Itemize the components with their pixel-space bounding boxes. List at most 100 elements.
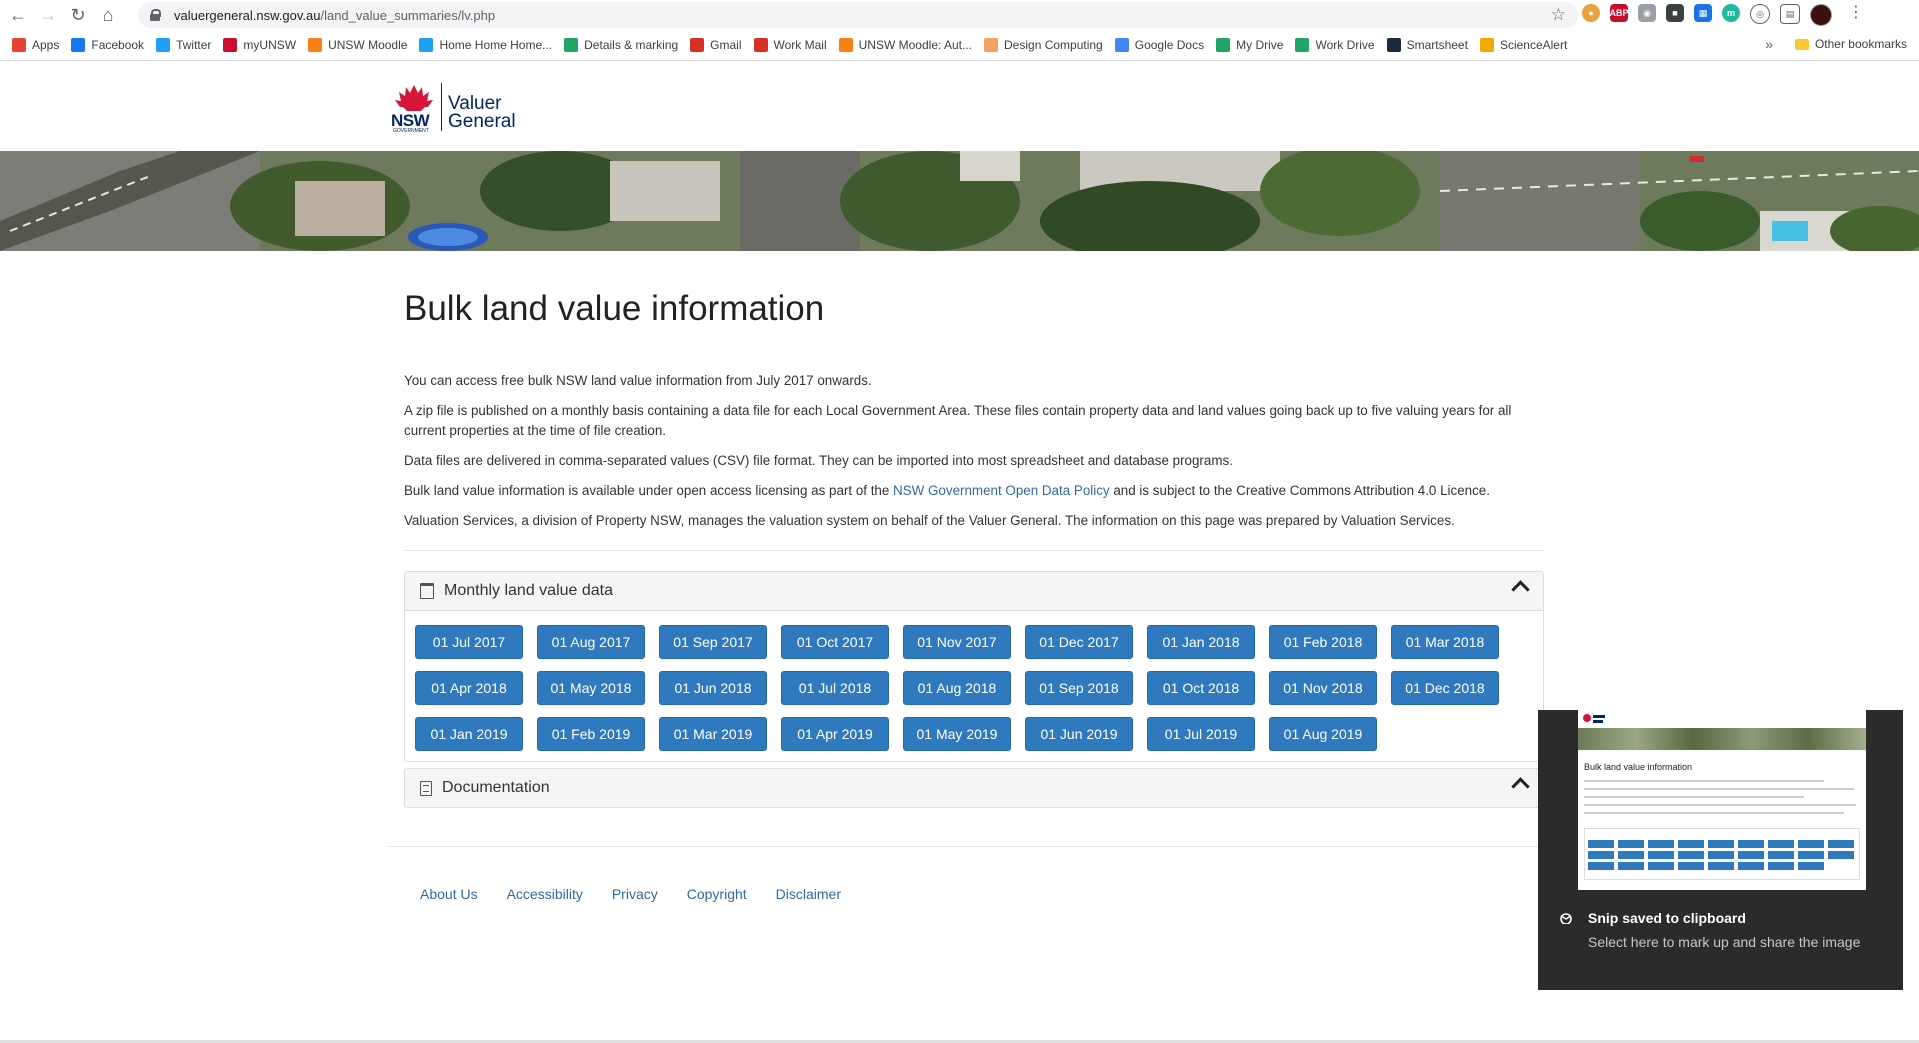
bookmark-label: Twitter bbox=[176, 38, 212, 52]
snip-notification-title: Snip saved to clipboard bbox=[1588, 910, 1746, 926]
tab-manager-icon[interactable]: ▤ bbox=[1780, 4, 1800, 24]
date-download-button[interactable]: 01 May 2018 bbox=[537, 671, 645, 705]
forward-arrow-icon[interactable]: → bbox=[36, 3, 60, 27]
thumbnail-button bbox=[1768, 851, 1794, 859]
bookmark-label: My Drive bbox=[1236, 38, 1284, 52]
camera-icon[interactable]: ◉ bbox=[1638, 4, 1656, 22]
thumbnail-button bbox=[1678, 840, 1704, 848]
bookmark-item[interactable]: Design Computing bbox=[984, 38, 1103, 52]
thumbnail-button bbox=[1648, 840, 1674, 848]
bookmark-label: Smartsheet bbox=[1406, 38, 1468, 52]
date-download-button[interactable]: 01 Aug 2018 bbox=[903, 671, 1011, 705]
snip-notification[interactable]: Bulk land value information Snip saved t… bbox=[1538, 710, 1903, 990]
date-download-button[interactable]: 01 Mar 2019 bbox=[659, 717, 767, 751]
monthly-data-panel-body: 01 Jul 2017 01 Aug 2017 01 Sep 2017 01 Oct … bbox=[405, 610, 1543, 761]
drive-icon bbox=[564, 38, 579, 52]
date-download-button[interactable]: 01 Oct 2018 bbox=[1147, 671, 1255, 705]
open-data-policy-link[interactable]: NSW Government Open Data Policy bbox=[893, 483, 1110, 498]
date-download-button[interactable]: 01 Sep 2018 bbox=[1025, 671, 1133, 705]
monthly-data-panel-header[interactable]: Monthly land value data bbox=[405, 572, 1543, 610]
bookmark-item[interactable]: UNSW Moodle: Aut... bbox=[838, 38, 973, 52]
other-bookmarks-folder[interactable]: Other bookmarks bbox=[1794, 37, 1907, 51]
monthly-data-panel-title: Monthly land value data bbox=[444, 582, 613, 599]
waratah-logo-icon: NSW GOVERNMENT bbox=[391, 83, 437, 134]
nsw-valuer-general-logo[interactable]: NSW GOVERNMENT Valuer General bbox=[391, 83, 516, 134]
date-download-button[interactable]: 01 Dec 2018 bbox=[1391, 671, 1499, 705]
date-download-button[interactable]: 01 Aug 2019 bbox=[1269, 717, 1377, 751]
mendeley-icon[interactable]: m bbox=[1722, 4, 1740, 22]
bookmark-item[interactable]: Apps bbox=[12, 38, 59, 52]
bookmark-item[interactable]: Work Drive bbox=[1295, 38, 1375, 52]
date-download-button[interactable]: 01 Jun 2018 bbox=[659, 671, 767, 705]
footer-link-accessibility[interactable]: Accessibility bbox=[507, 886, 583, 902]
back-arrow-icon[interactable]: ← bbox=[6, 3, 30, 27]
bookmark-item[interactable]: Facebook bbox=[71, 38, 144, 52]
bookmark-item[interactable]: Twitter bbox=[156, 38, 211, 52]
logo-valuer-general-text: Valuer General bbox=[448, 94, 516, 131]
footer-divider bbox=[389, 846, 1547, 847]
thumbnail-button bbox=[1738, 851, 1764, 859]
date-download-button[interactable]: 01 Jul 2018 bbox=[781, 671, 889, 705]
bookmark-item[interactable]: Details & marking bbox=[564, 38, 678, 52]
bookmark-item[interactable]: Home Home Home... bbox=[419, 38, 552, 52]
thumbnail-button bbox=[1708, 862, 1734, 870]
bookmark-item[interactable]: UNSW Moodle bbox=[308, 38, 407, 52]
adblock-plus-icon[interactable]: ABP bbox=[1610, 4, 1629, 22]
footer-link-about-us[interactable]: About Us bbox=[420, 886, 478, 902]
cookie-extension-icon[interactable]: ● bbox=[1582, 4, 1600, 22]
bookmark-item[interactable]: myUNSW bbox=[223, 38, 296, 52]
date-download-button[interactable]: 01 Oct 2017 bbox=[781, 625, 889, 659]
bookmark-item[interactable]: Gmail bbox=[690, 38, 742, 52]
footer-link-privacy[interactable]: Privacy bbox=[612, 886, 658, 902]
extension-dark-icon[interactable]: ■ bbox=[1666, 4, 1684, 22]
date-download-button[interactable]: 01 Feb 2019 bbox=[537, 717, 645, 751]
page-title: Bulk land value information bbox=[404, 289, 825, 328]
date-button-grid: 01 Jul 2017 01 Aug 2017 01 Sep 2017 01 Oct … bbox=[415, 625, 1543, 751]
bookmark-item[interactable]: Work Mail bbox=[753, 38, 827, 52]
home-icon[interactable]: ⌂ bbox=[96, 3, 120, 27]
chevron-up-icon[interactable] bbox=[1511, 777, 1530, 796]
thumbnail-text-line bbox=[1584, 780, 1824, 782]
date-download-button[interactable]: 01 Jul 2017 bbox=[415, 625, 523, 659]
gmail-icon bbox=[690, 38, 705, 52]
date-download-button[interactable]: 01 Dec 2017 bbox=[1025, 625, 1133, 659]
snip-notification-subtitle: Select here to mark up and share the ima… bbox=[1588, 934, 1861, 950]
bookmark-item[interactable]: My Drive bbox=[1216, 38, 1283, 52]
date-download-button[interactable]: 01 Apr 2019 bbox=[781, 717, 889, 751]
chevron-up-icon[interactable] bbox=[1511, 580, 1530, 599]
date-download-button[interactable]: 01 Mar 2018 bbox=[1391, 625, 1499, 659]
date-download-button[interactable]: 01 Sep 2017 bbox=[659, 625, 767, 659]
bookmark-item[interactable]: ScienceAlert bbox=[1479, 38, 1567, 52]
date-download-button[interactable]: 01 Jul 2019 bbox=[1147, 717, 1255, 751]
folder-icon bbox=[1794, 38, 1809, 50]
docs-icon bbox=[1114, 38, 1129, 52]
bookmark-item[interactable]: Smartsheet bbox=[1386, 38, 1468, 52]
profile-avatar[interactable] bbox=[1810, 4, 1832, 26]
date-download-button[interactable]: 01 May 2019 bbox=[903, 717, 1011, 751]
thumbnail-button bbox=[1648, 851, 1674, 859]
reload-icon[interactable]: ↻ bbox=[66, 3, 90, 27]
bookmark-item[interactable]: Google Docs bbox=[1114, 38, 1204, 52]
date-download-button[interactable]: 01 Aug 2017 bbox=[537, 625, 645, 659]
thumbnail-button bbox=[1798, 840, 1824, 848]
bookmark-label: UNSW Moodle: Aut... bbox=[858, 38, 973, 52]
date-download-button[interactable]: 01 Jan 2018 bbox=[1147, 625, 1255, 659]
bookmarks-more-icon[interactable]: » bbox=[1765, 36, 1773, 52]
intro-paragraph: You can access free bulk NSW land value … bbox=[404, 373, 872, 388]
date-download-button[interactable]: 01 Feb 2018 bbox=[1269, 625, 1377, 659]
browser-menu-icon[interactable]: ⋮ bbox=[1848, 4, 1864, 26]
footer-link-copyright[interactable]: Copyright bbox=[687, 886, 747, 902]
bookmark-star-icon[interactable]: ☆ bbox=[1551, 5, 1566, 25]
address-bar[interactable]: valuergeneral.nsw.gov.au/land_value_summ… bbox=[138, 2, 1578, 28]
date-download-button[interactable]: 01 Nov 2017 bbox=[903, 625, 1011, 659]
date-download-button[interactable]: 01 Jan 2019 bbox=[415, 717, 523, 751]
date-download-button[interactable]: 01 Nov 2018 bbox=[1269, 671, 1377, 705]
unsw-shield-icon bbox=[223, 38, 238, 52]
footer-link-disclaimer[interactable]: Disclaimer bbox=[776, 886, 841, 902]
licence-text-before: Bulk land value information is available… bbox=[404, 483, 894, 498]
documentation-panel-header[interactable]: Documentation bbox=[405, 769, 1543, 807]
extension-blue-icon[interactable]: ▦ bbox=[1694, 4, 1712, 22]
chrome-cast-icon[interactable]: ◎ bbox=[1750, 4, 1770, 24]
date-download-button[interactable]: 01 Jun 2019 bbox=[1025, 717, 1133, 751]
date-download-button[interactable]: 01 Apr 2018 bbox=[415, 671, 523, 705]
